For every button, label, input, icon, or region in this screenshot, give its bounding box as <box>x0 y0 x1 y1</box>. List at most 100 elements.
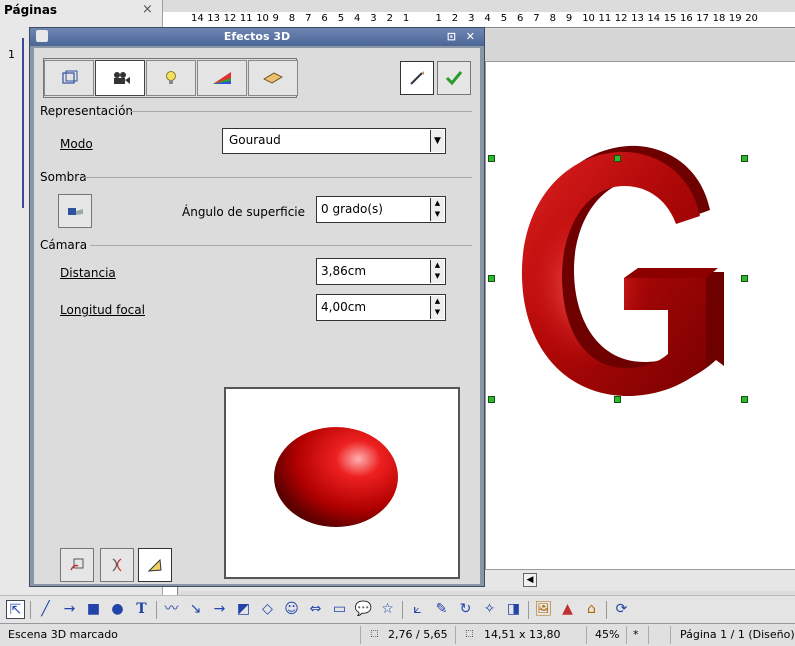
rectangle-tool-icon[interactable]: ■ <box>84 600 103 619</box>
selection-handle-middle-right[interactable] <box>741 275 748 282</box>
position-icon: ⬚ <box>370 629 379 639</box>
symbol-shapes-tool-icon[interactable]: ☺ <box>282 600 301 619</box>
convert-3d-icon <box>70 558 84 571</box>
rotate-icon[interactable]: ⟳ <box>612 600 631 619</box>
points-tool-icon[interactable]: ⟀ <box>408 600 427 619</box>
rotate-tool-icon[interactable]: ↻ <box>456 600 475 619</box>
toolbar-separator <box>30 600 31 619</box>
selection-handle-top-left[interactable] <box>488 155 495 162</box>
document-modified-indicator: * <box>633 628 639 641</box>
zoom-level[interactable]: 45% <box>595 628 619 641</box>
scroll-left-arrow-icon[interactable]: ◀ <box>523 573 537 587</box>
lathe-icon <box>112 558 122 572</box>
ruler-tick-label: 4 <box>484 13 491 24</box>
lines-arrows-tool-icon[interactable]: → <box>210 600 229 619</box>
convert-to-3d-button[interactable] <box>60 548 94 582</box>
selection-handle-bottom-center[interactable] <box>614 396 621 403</box>
stars-tool-icon[interactable]: ☆ <box>378 600 397 619</box>
selection-handle-bottom-left[interactable] <box>488 396 495 403</box>
status-separator <box>455 626 456 644</box>
text-tool-icon[interactable]: T <box>132 600 151 619</box>
toolbar-separator <box>156 600 157 619</box>
spin-buttons[interactable]: ▲ ▼ <box>430 296 444 319</box>
tab-illumination[interactable] <box>146 60 196 96</box>
distancia-spinner[interactable]: 3,86cm ▲ ▼ <box>316 258 446 285</box>
3d-effects-dialog: Efectos 3D ⊡ ✕ Representación Modo Goura… <box>29 27 485 587</box>
apply-button[interactable] <box>437 61 471 95</box>
chevron-down-icon[interactable]: ▼ <box>430 130 444 152</box>
curve-tool-icon[interactable]: 〰 <box>162 600 181 619</box>
ruler-tick-label: 8 <box>549 13 556 24</box>
ruler-tick-label: 1 <box>402 13 410 24</box>
ruler-tick-label: 12 <box>614 13 628 24</box>
section-divider <box>90 245 472 246</box>
modo-label: Modo <box>60 137 93 151</box>
checkmark-icon <box>445 71 463 86</box>
lightbulb-icon <box>166 71 176 84</box>
angulo-spinner[interactable]: 0 grado(s) ▲ ▼ <box>316 196 446 223</box>
section-camara: Cámara <box>40 238 88 252</box>
drawing-toolbar: ⇱ ╱ → ■ ● T 〰 ↘ → ◩ ◇ ☺ ⇔ ▭ 💬 ☆ ⟀ ✎ ↻ ✧ … <box>0 595 795 623</box>
perspective-icon <box>147 558 162 572</box>
status-separator <box>626 626 627 644</box>
shadow-toggle-button[interactable] <box>58 194 92 228</box>
toolbar-separator <box>402 600 403 619</box>
tab-textures[interactable] <box>197 60 247 96</box>
section-divider <box>84 177 472 178</box>
selection-handle-top-right[interactable] <box>741 155 748 162</box>
selection-handle-bottom-right[interactable] <box>741 396 748 403</box>
fontwork-tool-icon[interactable]: ✧ <box>480 600 499 619</box>
ruler-tick-label: 11 <box>598 13 612 24</box>
convert-to-lathe-button[interactable] <box>100 548 134 582</box>
status-bar: Escena 3D marcado ⬚ 2,76 / 5,65 ⬚ 14,51 … <box>0 623 795 646</box>
horizontal-ruler[interactable]: 14 13 12 11 10 9 8 7 6 5 4 3 2 1 1 2 3 4 5 6 7 8 9 10 11 12 13 14 15… <box>163 12 795 28</box>
longitud-focal-spinner[interactable]: 4,00cm ▲ ▼ <box>316 294 446 321</box>
ellipse-tool-icon[interactable]: ● <box>108 600 127 619</box>
arrow-line-tool-icon[interactable]: → <box>60 600 79 619</box>
flowchart-tool-icon[interactable]: ▭ <box>330 600 349 619</box>
distancia-label: Distancia <box>60 266 116 280</box>
ruler-tick-label: 5 <box>500 13 508 24</box>
tab-geometry[interactable] <box>44 60 94 96</box>
ruler-tick-label: 9 <box>565 13 573 24</box>
tab-shading[interactable] <box>95 60 145 96</box>
extrusion-tool-icon[interactable]: ◨ <box>504 600 523 619</box>
gallery-icon[interactable]: ▲ <box>558 600 577 619</box>
ruler-tick-label: 4 <box>354 13 361 24</box>
pages-panel-close-button[interactable]: × <box>142 2 153 17</box>
perspective-toggle-button[interactable] <box>138 548 172 582</box>
ruler-tick-label: 12 <box>223 13 237 24</box>
select-tool-icon[interactable]: ⇱ <box>6 600 25 619</box>
block-arrows-tool-icon[interactable]: ⇔ <box>306 600 325 619</box>
tab-material[interactable] <box>248 60 298 96</box>
dialog-window-buttons[interactable]: ⊡ ✕ <box>447 28 478 46</box>
camera-icon <box>114 72 130 84</box>
insert-image-icon[interactable]: 🖼 <box>534 600 553 619</box>
3d-preview <box>224 387 460 579</box>
status-message: Escena 3D marcado <box>8 628 118 641</box>
ruler-tick-label: 10 <box>582 13 595 24</box>
pages-panel-title: Páginas <box>4 3 58 17</box>
callouts-tool-icon[interactable]: 💬 <box>354 600 373 619</box>
spin-buttons[interactable]: ▲ ▼ <box>430 260 444 283</box>
connector-tool-icon[interactable]: ↘ <box>186 600 205 619</box>
page-thumbnail-number: 1 <box>8 48 15 61</box>
assign-button[interactable] <box>400 61 434 95</box>
status-separator <box>586 626 587 644</box>
dialog-titlebar[interactable]: Efectos 3D ⊡ ✕ <box>30 28 484 46</box>
line-tool-icon[interactable]: ╱ <box>36 600 55 619</box>
glue-points-tool-icon[interactable]: ✎ <box>432 600 451 619</box>
distancia-value: 3,86cm <box>321 264 367 278</box>
preview-sphere <box>274 427 398 527</box>
ruler-tick-label: 5 <box>337 13 345 24</box>
3d-letter-g-object[interactable] <box>500 128 740 408</box>
selection-handle-top-center[interactable] <box>614 155 621 162</box>
ruler-tick-label: 13 <box>631 13 644 24</box>
modo-select[interactable]: Gouraud ▼ <box>222 128 446 154</box>
extrusion-on-off-icon[interactable]: ⌂ <box>582 600 601 619</box>
3d-objects-tool-icon[interactable]: ◩ <box>234 600 253 619</box>
basic-shapes-tool-icon[interactable]: ◇ <box>258 600 277 619</box>
selection-handle-middle-left[interactable] <box>488 275 495 282</box>
status-position: 2,76 / 5,65 <box>388 628 448 641</box>
spin-buttons[interactable]: ▲ ▼ <box>430 198 444 221</box>
